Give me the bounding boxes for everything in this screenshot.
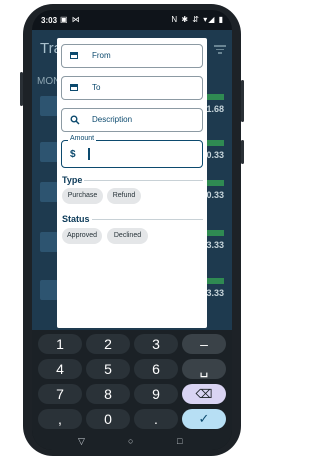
key-1[interactable]: 1	[38, 334, 82, 354]
status-left-icons: ▣ ⋈	[60, 15, 81, 24]
description-field[interactable]: Description	[61, 108, 203, 132]
key-6[interactable]: 6	[134, 359, 178, 379]
status-badge	[206, 140, 224, 146]
amount: 1.68	[206, 104, 224, 114]
side-button-left	[20, 72, 23, 106]
currency-prefix: $	[70, 149, 76, 160]
to-date-field[interactable]: To	[61, 76, 203, 100]
amount: 0.33	[206, 190, 224, 200]
amount-label: Amount	[68, 135, 97, 142]
chip-purchase[interactable]: Purchase	[62, 188, 103, 204]
card-icon	[40, 142, 58, 162]
key-7[interactable]: 7	[38, 384, 82, 404]
status-divider	[92, 219, 203, 220]
chip-approved[interactable]: Approved	[62, 228, 102, 244]
screen: 3:03 ▣ ⋈ N ✱ ⇵ ▾◢ ▮ Tra MON 1.68 0.33 0.…	[32, 10, 232, 450]
type-divider	[84, 180, 203, 181]
text-cursor	[88, 148, 90, 160]
amount: 0.33	[206, 150, 224, 160]
filter-icon[interactable]	[214, 45, 226, 55]
key-period[interactable]: .	[134, 409, 178, 429]
status-section-title: Status	[62, 214, 90, 224]
key-comma[interactable]: ,	[38, 409, 82, 429]
card-icon	[40, 280, 58, 300]
key-minus[interactable]: –	[182, 334, 226, 354]
card-icon	[40, 96, 58, 116]
amount-field[interactable]: Amount $	[61, 135, 203, 168]
search-icon	[70, 115, 80, 125]
key-0[interactable]: 0	[86, 409, 130, 429]
description-placeholder: Description	[92, 115, 133, 124]
calendar-icon	[70, 51, 80, 61]
numeric-keyboard: 1 2 3 – 4 5 6 ␣ 7 8 9 ⌫ , 0 . ✓	[32, 330, 232, 450]
type-section-title: Type	[62, 175, 83, 185]
amount: 3.33	[206, 288, 224, 298]
to-placeholder: To	[92, 83, 101, 92]
status-badge	[206, 180, 224, 186]
card-icon	[40, 182, 58, 202]
from-date-field[interactable]: From	[61, 44, 203, 68]
status-right-icons: N ✱ ⇵ ▾◢ ▮	[171, 15, 224, 24]
key-space[interactable]: ␣	[182, 359, 226, 379]
back-icon[interactable]: ▽	[78, 436, 85, 447]
key-8[interactable]: 8	[86, 384, 130, 404]
key-2[interactable]: 2	[86, 334, 130, 354]
calendar-icon	[70, 83, 80, 93]
status-badge	[206, 230, 224, 236]
key-3[interactable]: 3	[134, 334, 178, 354]
side-button-right-2	[241, 140, 244, 164]
status-badge	[206, 94, 224, 100]
from-placeholder: From	[92, 51, 111, 60]
done-key[interactable]: ✓	[182, 409, 226, 429]
card-icon	[40, 232, 58, 252]
status-badge	[206, 278, 224, 284]
key-9[interactable]: 9	[134, 384, 178, 404]
side-button-right	[241, 80, 244, 122]
key-5[interactable]: 5	[86, 359, 130, 379]
status-time: 3:03	[41, 16, 58, 25]
filter-sheet: From To Description Amount $ Type Purcha…	[57, 38, 207, 328]
recents-icon[interactable]: □	[177, 436, 182, 446]
status-bar: 3:03 ▣ ⋈ N ✱ ⇵ ▾◢ ▮	[32, 10, 232, 30]
key-4[interactable]: 4	[38, 359, 82, 379]
chip-refund[interactable]: Refund	[107, 188, 141, 204]
home-icon[interactable]: ○	[128, 436, 133, 446]
navigation-bar: ▽ ○ □	[32, 436, 232, 450]
amount: 3.33	[206, 240, 224, 250]
chip-declined[interactable]: Declined	[107, 228, 148, 244]
backspace-key[interactable]: ⌫	[182, 384, 226, 404]
